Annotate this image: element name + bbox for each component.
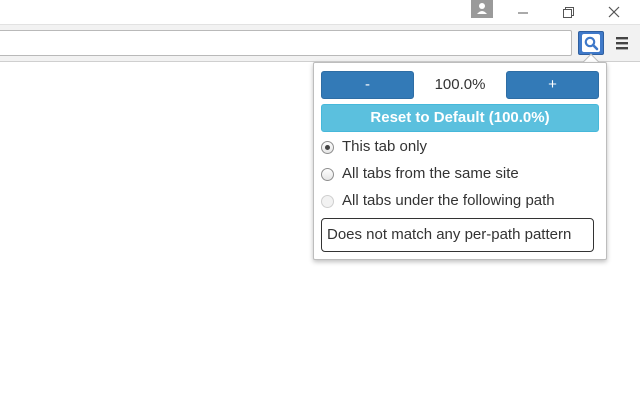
title-bar (0, 0, 640, 24)
person-icon (477, 3, 487, 14)
restore-button[interactable] (557, 2, 579, 22)
browser-toolbar (0, 24, 640, 62)
zoom-in-button[interactable]: + (506, 71, 599, 99)
minimize-button[interactable] (512, 2, 534, 22)
close-button[interactable] (603, 2, 625, 22)
browser-menu-button[interactable] (612, 33, 632, 53)
close-icon (608, 6, 620, 18)
scope-option-label: All tabs from the same site (342, 165, 519, 182)
radio-this-tab[interactable] (321, 141, 334, 154)
radio-same-site[interactable] (321, 168, 334, 181)
restore-icon (563, 7, 574, 18)
scope-option-same-site[interactable]: All tabs from the same site (321, 163, 601, 185)
zoom-out-button[interactable]: - (321, 71, 414, 99)
hamburger-menu-icon (616, 37, 628, 50)
magnifier-icon (582, 34, 600, 52)
profile-button[interactable] (471, 0, 493, 18)
zoom-level-display: 100.0% (434, 76, 486, 93)
address-bar[interactable] (0, 30, 572, 56)
radio-path (321, 195, 334, 208)
scope-option-label: This tab only (342, 138, 428, 155)
zoom-extension-button[interactable] (578, 31, 604, 55)
zoom-popup: - 100.0% + Reset to Default (100.0%) Thi… (313, 62, 607, 260)
minimize-icon (518, 12, 528, 14)
reset-default-button[interactable]: Reset to Default (100.0%) (321, 104, 599, 132)
path-pattern-field[interactable]: Does not match any per-path pattern (321, 218, 594, 252)
scope-option-path: All tabs under the following path (321, 190, 601, 212)
scope-option-label: All tabs under the following path (342, 192, 555, 209)
scope-option-this-tab[interactable]: This tab only (321, 136, 601, 158)
